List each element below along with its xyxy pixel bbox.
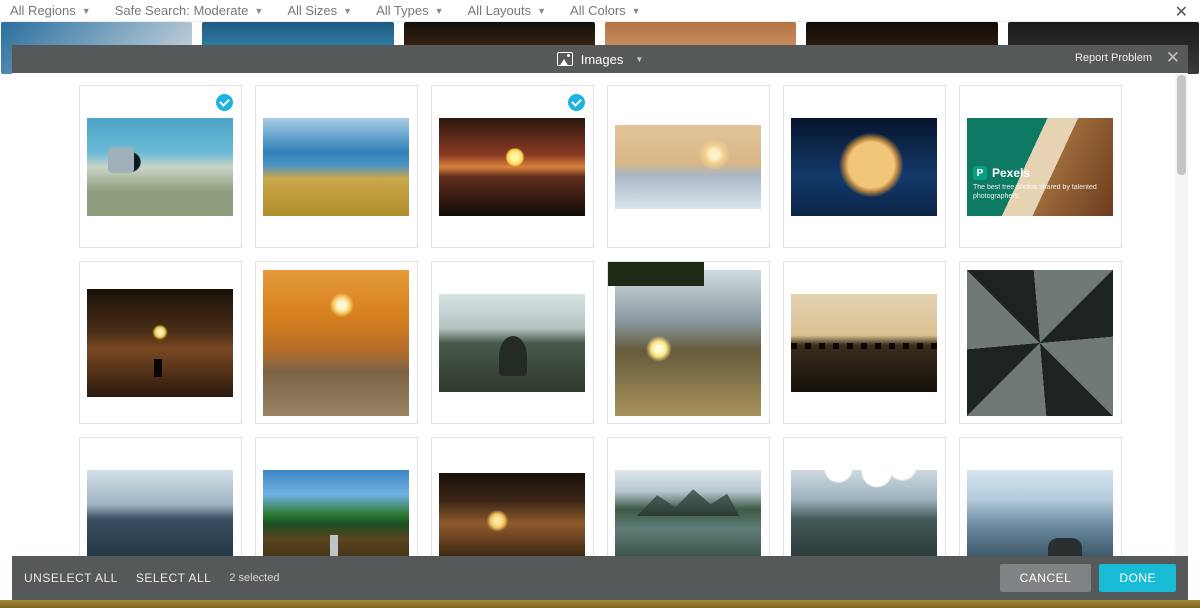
cancel-button[interactable]: CANCEL: [1000, 564, 1092, 592]
thumbnail-frozen-bubble: [791, 118, 937, 216]
thumbnail-photographer-cliff: [87, 118, 233, 216]
promo-tagline: The best free photos shared by talented …: [973, 183, 1113, 201]
filter-safe-search-label: Safe Search: Moderate: [115, 3, 249, 18]
filter-regions[interactable]: All Regions ▼: [10, 3, 91, 18]
result-cell[interactable]: [783, 85, 946, 248]
thumbnail-sky-field: [263, 118, 409, 216]
filter-types-label: All Types: [376, 3, 429, 18]
result-cell[interactable]: [79, 85, 242, 248]
filter-sizes-label: All Sizes: [287, 3, 337, 18]
result-cell[interactable]: [255, 261, 418, 424]
thumbnail-hiker-back-forest: [439, 294, 585, 392]
dialog-footer: UNSELECT ALL SELECT ALL 2 selected CANCE…: [12, 556, 1188, 600]
caret-down-icon: ▼: [435, 6, 444, 16]
background-bottom-strip: [0, 600, 1200, 608]
promo-overlay: P Pexels The best free photos shared by …: [973, 166, 1113, 201]
dialog-title-dropdown[interactable]: Images ▼: [557, 52, 644, 67]
filter-layouts[interactable]: All Layouts ▼: [468, 3, 547, 18]
done-button[interactable]: DONE: [1099, 564, 1176, 592]
filter-colors-label: All Colors: [570, 3, 626, 18]
result-cell[interactable]: [607, 437, 770, 556]
thumbnail-hiker-snow-peaks: [967, 470, 1113, 557]
result-cell[interactable]: [607, 85, 770, 248]
results-grid-wrap: P Pexels The best free photos shared by …: [12, 73, 1188, 556]
result-cell[interactable]: [431, 437, 594, 556]
thumbnail-winter-haze-sun: [615, 125, 761, 209]
result-cell[interactable]: [255, 437, 418, 556]
thumbnail-clouds-valley: [791, 470, 937, 557]
close-icon[interactable]: ✕: [1166, 48, 1180, 68]
filter-regions-label: All Regions: [10, 3, 76, 18]
selected-check-icon: [568, 94, 585, 111]
caret-down-icon: ▼: [635, 55, 643, 64]
dialog-title: Images: [581, 52, 624, 67]
thumbnail-pexels-promo: P Pexels The best free photos shared by …: [967, 118, 1113, 216]
promo-brand: P Pexels: [973, 166, 1113, 180]
result-cell[interactable]: [79, 437, 242, 556]
results-grid: P Pexels The best free photos shared by …: [70, 85, 1130, 556]
filter-safe-search[interactable]: Safe Search: Moderate ▼: [115, 3, 264, 18]
vertical-scrollbar[interactable]: [1175, 73, 1188, 556]
thumbnail-aerial-interchange: [967, 270, 1113, 416]
filter-colors[interactable]: All Colors ▼: [570, 3, 641, 18]
caret-down-icon: ▼: [82, 6, 91, 16]
pexels-logo-icon: P: [973, 166, 987, 180]
select-all-button[interactable]: SELECT ALL: [136, 571, 212, 585]
thumbnail-group-jumping-sunset: [791, 294, 937, 392]
result-cell[interactable]: [783, 437, 946, 556]
filter-sizes[interactable]: All Sizes ▼: [287, 3, 352, 18]
selected-check-icon: [216, 94, 233, 111]
image-icon: [557, 52, 573, 66]
footer-right: CANCEL DONE: [1000, 564, 1176, 592]
result-cell[interactable]: [255, 85, 418, 248]
thumbnail-canyon-sunburst: [615, 270, 761, 416]
promo-brand-label: Pexels: [992, 166, 1030, 180]
thumbnail-dark-sunset-beach: [439, 118, 585, 216]
unselect-all-button[interactable]: UNSELECT ALL: [24, 571, 118, 585]
caret-down-icon: ▼: [537, 6, 546, 16]
dialog-header: Images ▼ Report Problem ✕: [12, 45, 1188, 73]
scrollbar-thumb[interactable]: [1177, 75, 1186, 175]
filter-types[interactable]: All Types ▼: [376, 3, 443, 18]
result-cell[interactable]: P Pexels The best free photos shared by …: [959, 85, 1122, 248]
result-cell[interactable]: [959, 437, 1122, 556]
thumbnail-silhouette-sunset: [87, 289, 233, 397]
caret-down-icon: ▼: [632, 6, 641, 16]
filter-layouts-label: All Layouts: [468, 3, 532, 18]
caret-down-icon: ▼: [343, 6, 352, 16]
image-picker-dialog: Images ▼ Report Problem ✕: [12, 45, 1188, 600]
close-icon[interactable]: ✕: [1171, 2, 1192, 22]
result-cell[interactable]: [959, 261, 1122, 424]
report-problem-link[interactable]: Report Problem: [1075, 52, 1152, 64]
result-cell[interactable]: [783, 261, 946, 424]
result-cell[interactable]: [431, 85, 594, 248]
result-cell[interactable]: [431, 261, 594, 424]
caret-down-icon: ▼: [254, 6, 263, 16]
result-cell[interactable]: [607, 261, 770, 424]
thumbnail-railroad-green-hills: [263, 470, 409, 557]
thumbnail-alpine-lake: [615, 470, 761, 557]
thumbnail-misty-mountains: [87, 470, 233, 557]
selection-status: 2 selected: [229, 572, 279, 584]
thumbnail-river-sunset-mountains: [439, 473, 585, 557]
filter-bar: All Regions ▼ Safe Search: Moderate ▼ Al…: [0, 0, 1200, 22]
thumbnail-desert-sunset-sitting: [263, 270, 409, 416]
result-cell[interactable]: [79, 261, 242, 424]
footer-left: UNSELECT ALL SELECT ALL 2 selected: [24, 571, 279, 585]
